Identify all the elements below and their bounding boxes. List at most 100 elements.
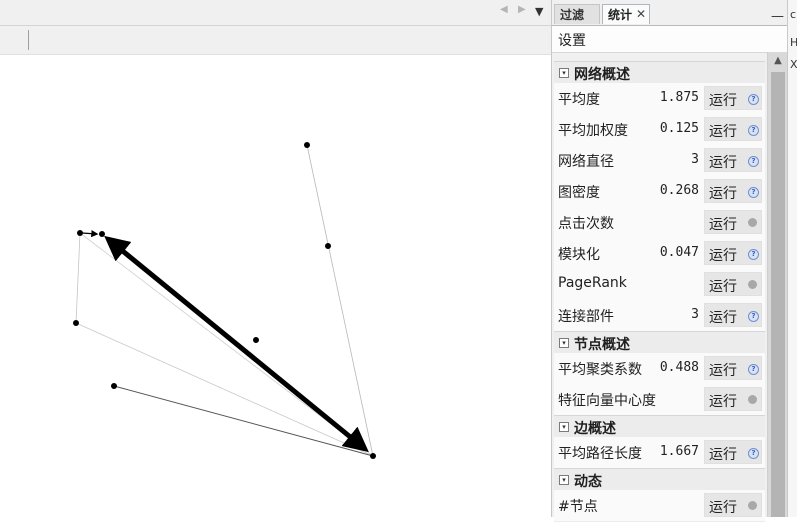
run-button[interactable]: 运行? [704,148,762,172]
section-title: 动态 [574,474,602,490]
run-button[interactable]: 运行? [704,440,762,464]
stat-row-connected-components: 连接部件 3 运行? [554,300,765,332]
stat-row-network-diameter: 网络直径 3 运行? [554,145,765,177]
run-button[interactable]: 运行 [704,272,762,296]
run-button[interactable]: 运行 [704,210,762,234]
run-button[interactable]: 运行? [704,86,762,110]
run-button-label: 运行 [709,93,737,109]
stat-value: 0.268 [659,183,699,198]
stat-label: 连接部件 [558,309,614,325]
graph-edge-heavy[interactable] [104,235,369,453]
clipped-text: X [790,58,797,71]
tab-filter-label: 过滤 [560,8,585,22]
section-title: 节点概述 [574,337,630,353]
graph-toolbar [0,26,551,55]
graph-node[interactable] [99,231,105,237]
run-button-label: 运行 [709,279,737,295]
scroll-up-icon[interactable]: ▲ [772,56,784,66]
collapse-icon[interactable]: ▾ [559,68,569,78]
run-button[interactable]: 运行? [704,303,762,327]
stat-row-hits: 点击次数 运行 [554,207,765,239]
stat-label: 平均聚类系数 [558,362,642,378]
stat-row-modularity: 模块化 0.047 运行? [554,238,765,270]
status-dot-icon [748,218,757,227]
run-button-label: 运行 [709,310,737,326]
minimize-icon[interactable]: — [771,9,784,24]
run-button[interactable]: 运行? [704,356,762,380]
help-icon[interactable]: ? [748,125,759,136]
collapse-icon[interactable]: ▾ [559,475,569,485]
graph-node[interactable] [253,337,259,343]
run-button-label: 运行 [709,124,737,140]
run-button-label: 运行 [709,217,737,233]
stat-label: 图密度 [558,185,600,201]
run-button[interactable]: 运行? [704,117,762,141]
stat-label: 平均加权度 [558,123,628,139]
stat-label: 特征向量中心度 [558,393,656,409]
run-button[interactable]: 运行? [704,179,762,203]
help-icon[interactable]: ? [748,94,759,105]
graph-node[interactable] [325,243,331,249]
stat-row-average-degree: 平均度 1.875 运行? [554,83,765,115]
help-icon[interactable]: ? [748,311,759,322]
clipped-text: c [790,8,797,21]
stat-row-pagerank: PageRank 运行 [554,269,765,301]
run-button-label: 运行 [709,186,737,202]
graph-node[interactable] [77,230,83,236]
graph-node[interactable] [370,453,376,459]
run-button-label: 运行 [709,363,737,379]
nav-right-icon[interactable]: ▶ [518,4,526,15]
clipped-panel-edge: c H X [787,0,797,517]
settings-row[interactable]: 设置 [552,26,787,53]
scroll-thumb[interactable] [771,72,785,517]
stat-label: PageRank [558,275,627,291]
graph-area[interactable]: ◀ ▶ ▼ [0,0,551,517]
run-button[interactable]: 运行 [704,493,762,517]
help-icon[interactable]: ? [748,448,759,459]
tab-menu-icon[interactable]: ▼ [535,5,543,18]
section-dynamic[interactable]: ▾ 动态 [554,468,765,491]
graph-topbar: ◀ ▶ ▼ [0,0,551,26]
graph-node[interactable] [73,320,79,326]
toolbar-separator [28,30,29,50]
help-icon[interactable]: ? [748,249,759,260]
run-button-label: 运行 [709,394,737,410]
stat-row-average-path-length: 平均路径长度 1.667 运行? [554,437,765,469]
status-dot-icon [748,280,757,289]
collapse-icon[interactable]: ▾ [559,338,569,348]
stat-label: 平均路径长度 [558,446,642,462]
stat-row-clustering-coefficient: 平均聚类系数 0.488 运行? [554,353,765,385]
help-icon[interactable]: ? [748,364,759,375]
tab-filter[interactable]: 过滤 [554,4,600,24]
graph-edge[interactable] [75,232,81,324]
stat-value: 3 [691,152,699,167]
graph-edge[interactable] [81,230,99,238]
graph-node[interactable] [304,142,310,148]
stat-value: 0.488 [659,360,699,375]
run-button-label: 运行 [709,248,737,264]
status-dot-icon [748,501,757,510]
close-icon[interactable]: ✕ [636,7,646,21]
section-network-overview[interactable]: ▾ 网络概述 [554,61,765,84]
stat-row-node-count: #节点 运行 [554,490,765,522]
tab-statistics-label: 统计 [608,8,633,22]
settings-label: 设置 [558,33,586,49]
statistics-panel: 过滤 统计 ✕ — 设置 ▾ 网络概述 平均度 1.875 运行? 平均加权度 … [551,0,788,522]
graph-canvas[interactable] [0,55,551,517]
run-button[interactable]: 运行 [704,387,762,411]
statistics-list: ▾ 网络概述 平均度 1.875 运行? 平均加权度 0.125 运行? 网络直… [552,56,767,522]
run-button[interactable]: 运行? [704,241,762,265]
section-edge-overview[interactable]: ▾ 边概述 [554,415,765,438]
graph-node[interactable] [111,383,117,389]
run-button-label: 运行 [709,155,737,171]
help-icon[interactable]: ? [748,187,759,198]
section-node-overview[interactable]: ▾ 节点概述 [554,331,765,354]
help-icon[interactable]: ? [748,156,759,167]
vertical-scrollbar[interactable]: ▲ [767,52,788,517]
stat-value: 0.047 [659,245,699,260]
stat-row-eigenvector-centrality: 特征向量中心度 运行 [554,384,765,416]
collapse-icon[interactable]: ▾ [559,422,569,432]
nav-left-icon[interactable]: ◀ [500,4,508,15]
stat-value: 1.875 [659,90,699,105]
stat-label: 模块化 [558,247,600,263]
